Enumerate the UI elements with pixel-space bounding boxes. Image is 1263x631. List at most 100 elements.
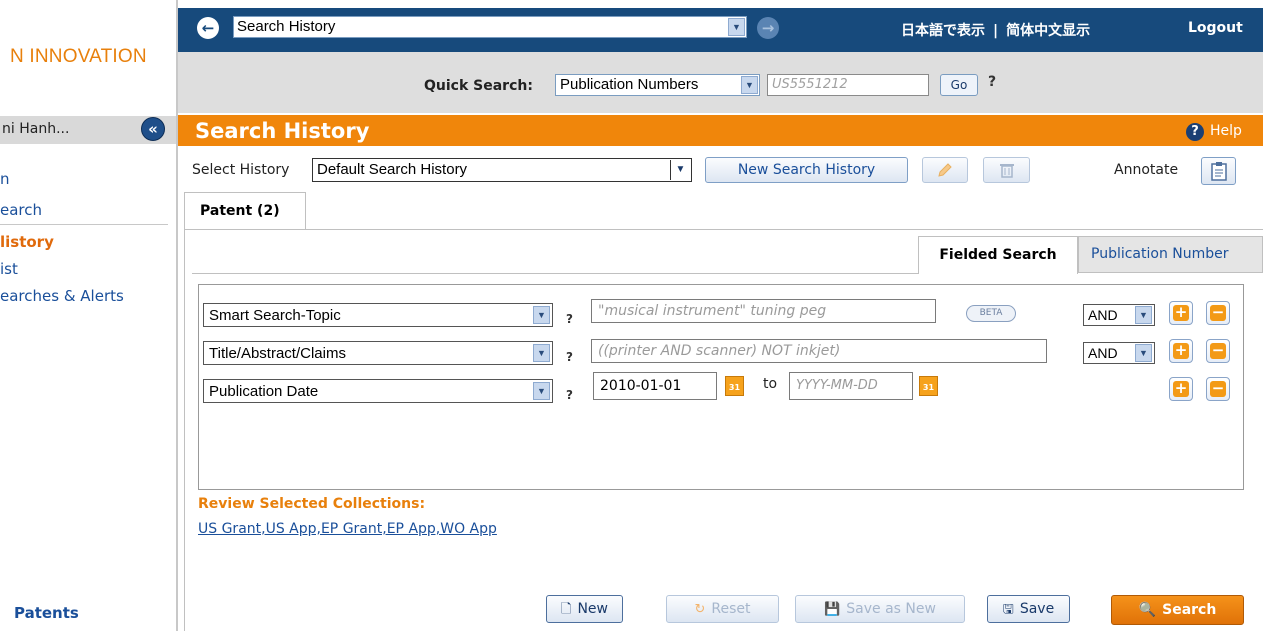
chevron-down-icon[interactable]: ▼ <box>1135 306 1152 324</box>
tab-publication-number[interactable]: Publication Number <box>1078 236 1263 273</box>
lang-chinese-link[interactable]: 简体中文显示 <box>1006 23 1090 39</box>
chevron-down-icon[interactable]: ▼ <box>1135 344 1152 362</box>
date-from-input[interactable]: 2010-01-01 <box>593 372 717 400</box>
chevron-down-icon[interactable]: ▼ <box>533 306 550 324</box>
edit-history-button[interactable] <box>922 157 968 183</box>
field-help-icon[interactable]: ? <box>566 350 573 364</box>
operator-value: AND <box>1088 307 1118 323</box>
review-collections-label: Review Selected Collections: <box>198 496 426 512</box>
language-links: 日本語で表示 | 简体中文显示 <box>901 20 1090 40</box>
remove-row-button[interactable]: − <box>1206 301 1230 325</box>
remove-row-button[interactable]: − <box>1206 377 1230 401</box>
field-select-3[interactable]: Publication Date ▼ <box>203 379 553 403</box>
chevron-down-icon[interactable]: ▼ <box>741 76 758 94</box>
sidebar-divider <box>0 224 168 225</box>
plus-icon: + <box>1173 303 1189 321</box>
help-icon[interactable]: ? <box>1186 123 1204 141</box>
annotate-button[interactable] <box>1201 157 1236 185</box>
new-document-icon: 🗋 <box>561 602 572 617</box>
text-search-input[interactable]: ((printer AND scanner) NOT inkjet) <box>591 339 1047 363</box>
annotate-label: Annotate <box>1114 162 1179 178</box>
remove-row-button[interactable]: − <box>1206 339 1230 363</box>
panel-border <box>184 229 185 631</box>
calendar-icon[interactable]: 31 <box>919 376 938 396</box>
field-help-icon[interactable]: ? <box>566 312 573 326</box>
history-navigation-value: Search History <box>237 18 336 35</box>
sidebar-item-history[interactable]: listory <box>0 233 54 251</box>
floppy-icon: 🖫 <box>1002 602 1014 617</box>
forward-arrow-icon[interactable]: → <box>757 17 779 39</box>
tab-patent[interactable]: Patent (2) <box>184 192 306 230</box>
sidebar-item-search[interactable]: earch <box>0 201 42 219</box>
page-title: Search History <box>195 119 370 143</box>
chevron-down-icon[interactable]: ▼ <box>728 18 745 36</box>
save-button[interactable]: 🖫 Save <box>987 595 1070 623</box>
chevron-down-icon[interactable]: ▼ <box>533 382 550 400</box>
sidebar-item-0[interactable]: n <box>0 170 10 188</box>
plus-icon: + <box>1173 341 1189 359</box>
add-row-button[interactable]: + <box>1169 339 1193 363</box>
go-button[interactable]: Go <box>940 74 978 96</box>
clipboard-icon <box>1210 162 1227 181</box>
calendar-icon[interactable]: 31 <box>725 376 744 396</box>
save-as-new-button[interactable]: 💾 Save as New <box>795 595 965 623</box>
trash-icon <box>999 164 1014 178</box>
sidebar-footer-patents[interactable]: Patents <box>14 604 79 622</box>
quick-search-help-icon[interactable]: ? <box>988 74 996 90</box>
logout-link[interactable]: Logout <box>1188 20 1243 36</box>
save-as-new-label: Save as New <box>846 601 936 617</box>
field-select-value: Publication Date <box>209 383 319 400</box>
save-label: Save <box>1019 601 1055 617</box>
add-row-button[interactable]: + <box>1169 377 1193 401</box>
add-row-button[interactable]: + <box>1169 301 1193 325</box>
reset-button[interactable]: ↻ Reset <box>666 595 779 623</box>
select-history-dropdown[interactable]: Default Search History ▼ <box>312 158 692 182</box>
chevron-down-icon[interactable]: ▼ <box>533 344 550 362</box>
quick-search-input[interactable]: US5551212 <box>767 74 929 96</box>
tab-fielded-search[interactable]: Fielded Search <box>918 236 1078 274</box>
minus-icon: − <box>1210 341 1226 359</box>
triangle-down-icon[interactable]: ▼ <box>670 160 690 180</box>
minus-icon: − <box>1210 303 1226 321</box>
quick-search-type-value: Publication Numbers <box>560 76 699 93</box>
tab-divider <box>184 229 1263 230</box>
reset-icon: ↻ <box>694 602 706 617</box>
delete-history-button[interactable] <box>983 157 1030 183</box>
back-arrow-icon[interactable]: ← <box>197 17 219 39</box>
magnifier-icon: 🔍 <box>1138 602 1157 618</box>
quick-search-type-select[interactable]: Publication Numbers ▼ <box>555 74 760 96</box>
field-select-value: Title/Abstract/Claims <box>209 345 346 362</box>
collections-link[interactable]: US Grant,US App,EP Grant,EP App,WO App <box>198 521 497 537</box>
pencil-icon <box>938 163 952 177</box>
sidebar-item-list[interactable]: ist <box>0 260 18 278</box>
new-button[interactable]: 🗋 New <box>546 595 623 623</box>
quick-search-label: Quick Search: <box>424 78 533 94</box>
minus-icon: − <box>1210 379 1226 397</box>
select-history-value: Default Search History <box>317 161 468 178</box>
history-navigation-select[interactable]: Search History ▼ <box>233 16 747 38</box>
lang-japanese-link[interactable]: 日本語で表示 <box>901 23 985 39</box>
field-select-2[interactable]: Title/Abstract/Claims ▼ <box>203 341 553 365</box>
select-history-label: Select History <box>192 162 290 178</box>
top-header: ← Search History ▼ → 日本語で表示 | 简体中文显示 Logou… <box>178 8 1263 52</box>
field-select-1[interactable]: Smart Search-Topic ▼ <box>203 303 553 327</box>
collapse-sidebar-icon[interactable]: « <box>141 117 165 141</box>
search-button[interactable]: 🔍 Search <box>1111 595 1244 625</box>
operator-select-1[interactable]: AND ▼ <box>1083 304 1155 326</box>
lang-separator: | <box>993 23 999 39</box>
topic-search-input[interactable]: "musical instrument" tuning peg <box>591 299 936 323</box>
brand-logo: N INNOVATION <box>10 46 147 67</box>
new-search-history-button[interactable]: New Search History <box>705 157 908 183</box>
field-help-icon[interactable]: ? <box>566 388 573 402</box>
field-select-value: Smart Search-Topic <box>209 307 341 324</box>
help-link[interactable]: Help <box>1210 123 1242 139</box>
user-name[interactable]: ni Hanh... <box>2 121 69 137</box>
sidebar-item-searches-alerts[interactable]: earches & Alerts <box>0 287 124 305</box>
title-bar: Search History ? Help <box>178 115 1263 146</box>
operator-select-2[interactable]: AND ▼ <box>1083 342 1155 364</box>
search-label: Search <box>1162 602 1217 618</box>
beta-badge: BETA <box>966 305 1016 322</box>
date-to-label: to <box>763 376 778 392</box>
reset-label: Reset <box>711 601 751 617</box>
date-to-input[interactable]: YYYY-MM-DD <box>789 372 913 400</box>
